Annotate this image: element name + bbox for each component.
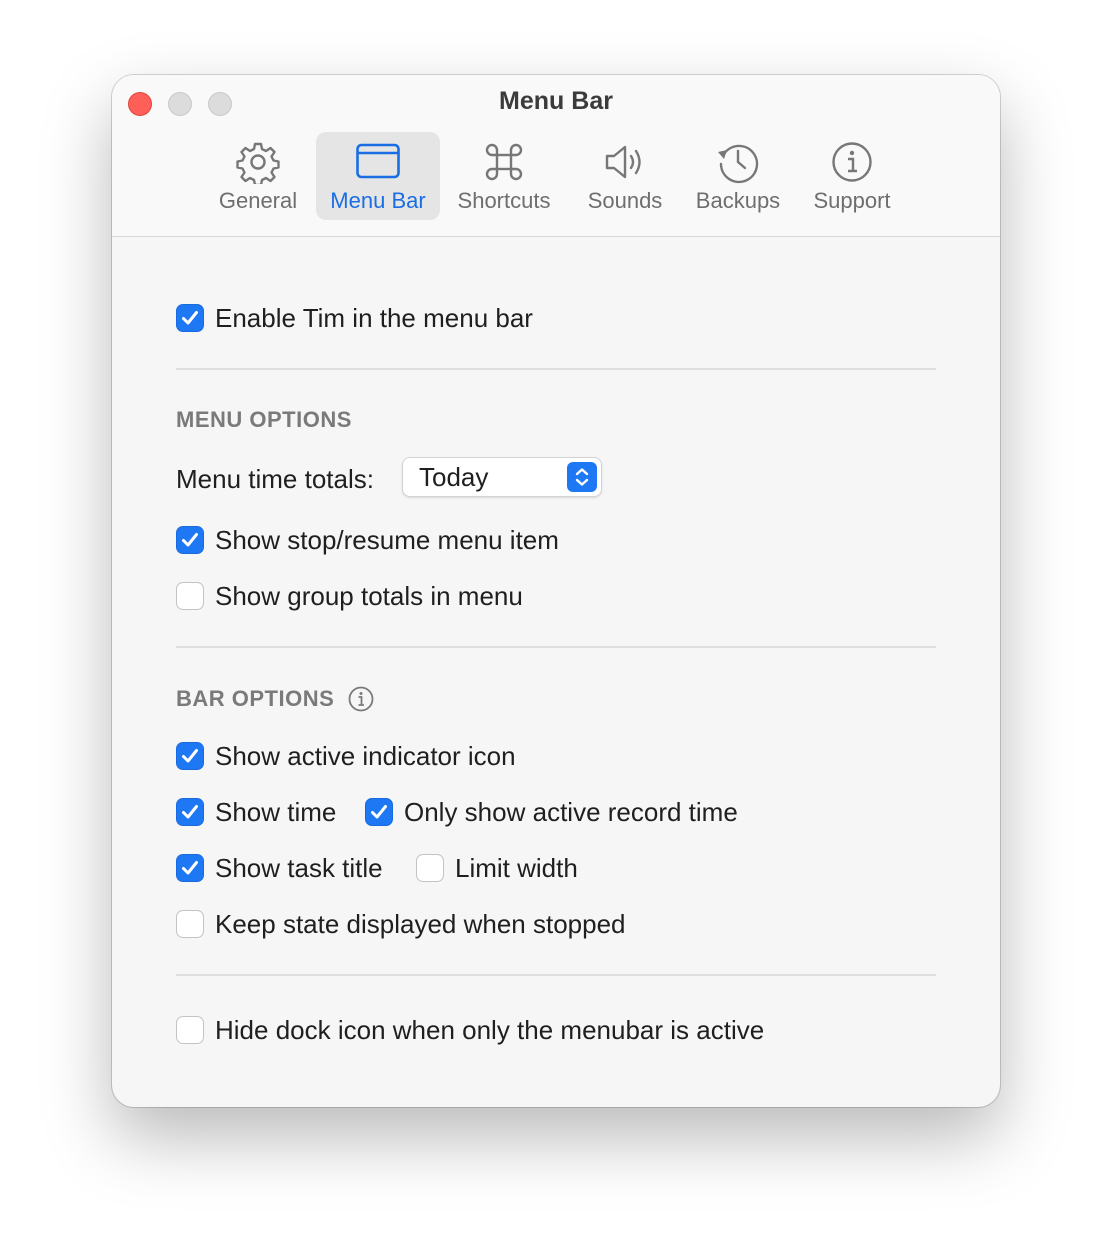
tab-sounds-label: Sounds bbox=[587, 188, 663, 213]
checkbox-checked[interactable] bbox=[176, 304, 204, 332]
show-time-checkbox[interactable]: Show time bbox=[176, 797, 336, 827]
show-active-indicator-label: Show active indicator icon bbox=[215, 740, 516, 771]
hide-dock-icon-checkbox[interactable]: Hide dock icon when only the menubar is … bbox=[176, 1015, 764, 1045]
menu-time-totals-select[interactable]: Today bbox=[402, 457, 602, 497]
command-icon bbox=[482, 140, 526, 184]
menu-time-totals-value: Today bbox=[419, 462, 489, 492]
show-task-title-label: Show task title bbox=[215, 852, 383, 883]
checkbox-checked[interactable] bbox=[365, 798, 393, 826]
tab-general-label: General bbox=[218, 188, 298, 213]
tab-menu-bar-label: Menu Bar bbox=[330, 188, 426, 213]
show-stop-resume-label: Show stop/resume menu item bbox=[215, 524, 559, 555]
tab-shortcuts-label: Shortcuts bbox=[457, 188, 551, 213]
checkbox-checked[interactable] bbox=[176, 526, 204, 554]
tab-backups-label: Backups bbox=[695, 188, 781, 213]
select-stepper-icon bbox=[567, 462, 597, 492]
bar-options-header: BAR OPTIONS bbox=[176, 686, 374, 712]
enable-menu-bar-label: Enable Tim in the menu bar bbox=[215, 302, 533, 333]
info-circle-icon[interactable] bbox=[348, 686, 374, 712]
preferences-window: Menu Bar General Menu Bar Shortcuts Soun… bbox=[112, 75, 1000, 1107]
checkbox-unchecked[interactable] bbox=[416, 854, 444, 882]
menu-time-totals-label: Menu time totals: bbox=[176, 463, 374, 494]
divider bbox=[176, 368, 936, 370]
show-task-title-checkbox[interactable]: Show task title bbox=[176, 853, 383, 883]
settings-content: Enable Tim in the menu bar MENU OPTIONS … bbox=[112, 237, 1000, 1107]
only-active-record-time-label: Only show active record time bbox=[404, 796, 738, 827]
show-group-totals-label: Show group totals in menu bbox=[215, 580, 523, 611]
checkbox-checked[interactable] bbox=[176, 854, 204, 882]
tab-support[interactable]: Support bbox=[804, 132, 900, 220]
hide-dock-icon-label: Hide dock icon when only the menubar is … bbox=[215, 1014, 765, 1045]
divider bbox=[176, 646, 936, 648]
info-circle-icon bbox=[830, 140, 874, 184]
keep-state-label: Keep state displayed when stopped bbox=[215, 908, 626, 939]
checkbox-checked[interactable] bbox=[176, 742, 204, 770]
checkbox-unchecked[interactable] bbox=[176, 1016, 204, 1044]
show-active-indicator-checkbox[interactable]: Show active indicator icon bbox=[176, 741, 516, 771]
show-stop-resume-checkbox[interactable]: Show stop/resume menu item bbox=[176, 525, 559, 555]
divider bbox=[176, 974, 936, 976]
tab-backups[interactable]: Backups bbox=[688, 132, 788, 220]
keep-state-checkbox[interactable]: Keep state displayed when stopped bbox=[176, 909, 626, 939]
limit-width-label: Limit width bbox=[455, 852, 578, 883]
history-clock-icon bbox=[716, 140, 760, 184]
tab-support-label: Support bbox=[813, 188, 891, 213]
tab-menu-bar[interactable]: Menu Bar bbox=[316, 132, 440, 220]
checkbox-unchecked[interactable] bbox=[176, 582, 204, 610]
titlebar: Menu Bar General Menu Bar Shortcuts Soun… bbox=[112, 75, 1000, 237]
show-group-totals-checkbox[interactable]: Show group totals in menu bbox=[176, 581, 523, 611]
bar-options-title: BAR OPTIONS bbox=[176, 686, 335, 711]
speaker-icon bbox=[603, 140, 647, 184]
menu-time-totals-row: Menu time totals: bbox=[176, 464, 374, 494]
only-active-record-time-checkbox[interactable]: Only show active record time bbox=[365, 797, 738, 827]
gear-icon bbox=[236, 140, 280, 187]
tab-general[interactable]: General bbox=[210, 132, 306, 220]
show-time-label: Show time bbox=[215, 796, 337, 827]
menu-options-header: MENU OPTIONS bbox=[176, 407, 352, 432]
tab-shortcuts[interactable]: Shortcuts bbox=[448, 132, 560, 220]
checkbox-unchecked[interactable] bbox=[176, 910, 204, 938]
menubar-window-icon bbox=[356, 140, 400, 184]
enable-menu-bar-checkbox[interactable]: Enable Tim in the menu bar bbox=[176, 303, 533, 333]
window-title: Menu Bar bbox=[499, 87, 613, 115]
tab-sounds[interactable]: Sounds bbox=[576, 132, 674, 220]
checkbox-checked[interactable] bbox=[176, 798, 204, 826]
limit-width-checkbox[interactable]: Limit width bbox=[416, 853, 578, 883]
